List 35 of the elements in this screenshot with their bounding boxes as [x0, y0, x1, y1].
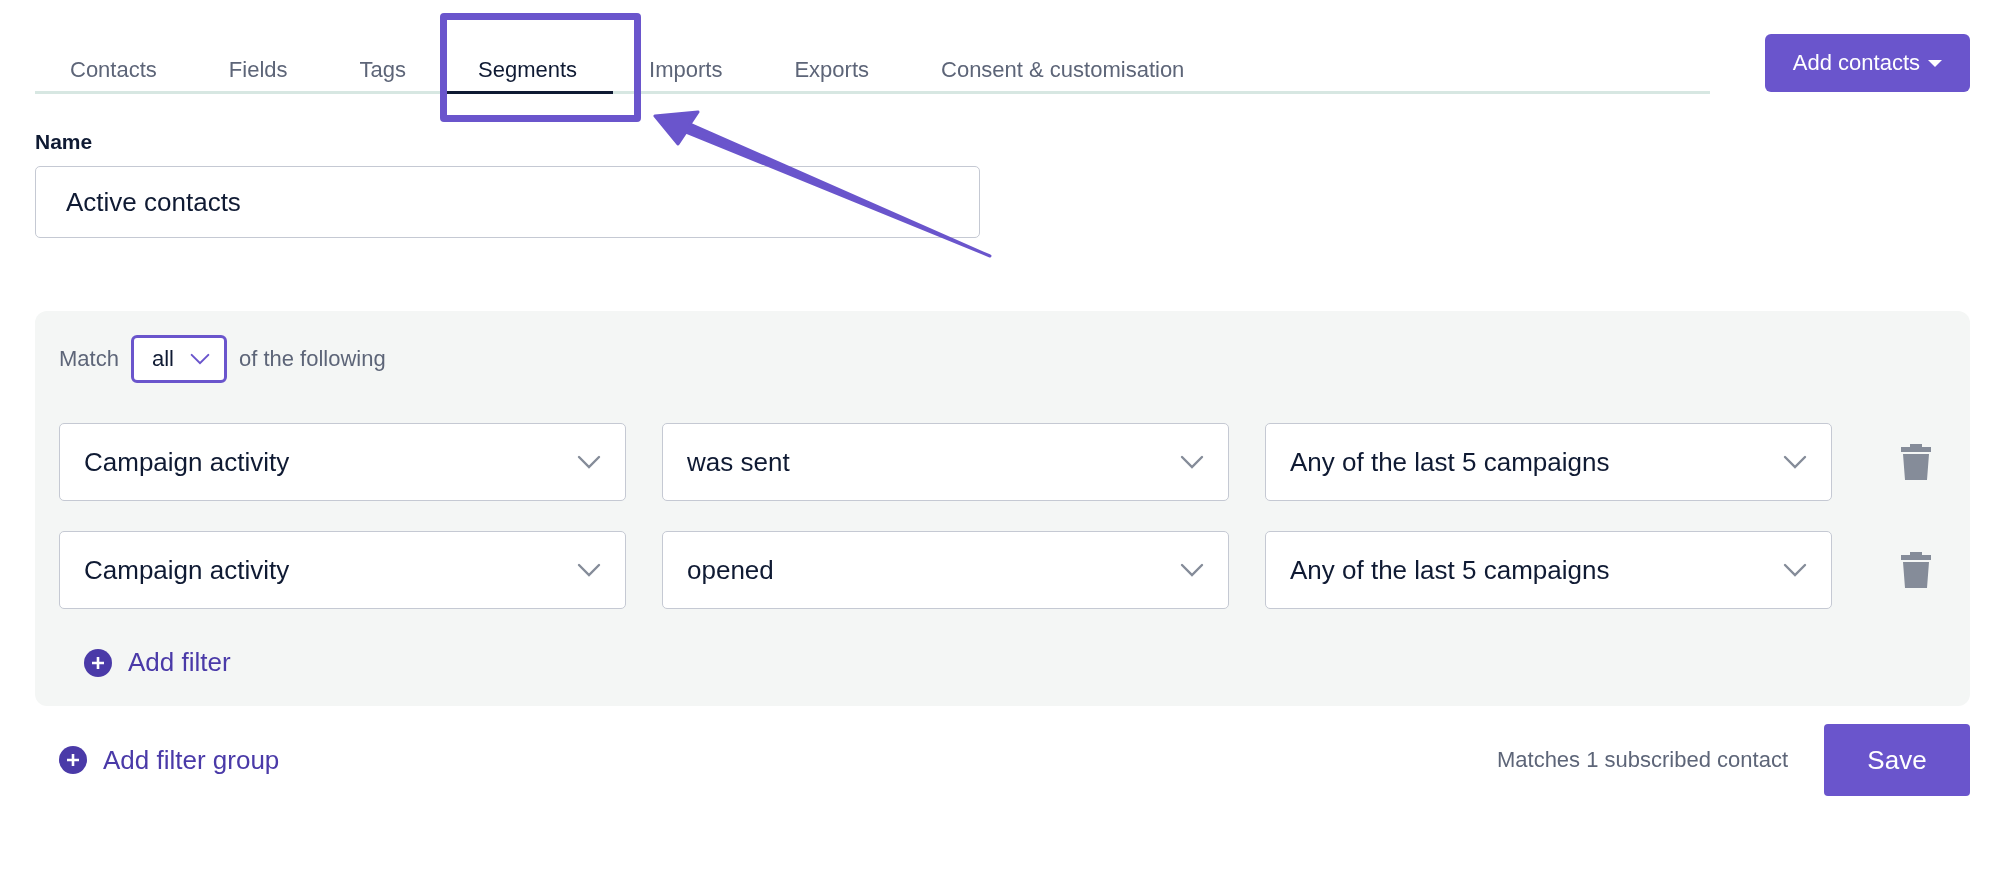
- chevron-down-icon: [577, 563, 601, 577]
- add-filter-group-link[interactable]: Add filter group: [59, 744, 280, 776]
- chevron-down-icon: [1783, 455, 1807, 469]
- trash-icon[interactable]: [1900, 442, 1932, 482]
- tab[interactable]: Imports: [613, 34, 759, 91]
- field-dropdown[interactable]: Campaign activity: [59, 423, 626, 501]
- plus-circle-icon: [84, 648, 112, 677]
- chevron-down-icon: [1180, 455, 1204, 469]
- match-suffix: of the following: [238, 346, 386, 372]
- add-filter-link[interactable]: Add filter: [84, 647, 231, 678]
- match-label: Match: [59, 346, 119, 372]
- match-count-text: Matches 1 subscribed contact: [1496, 747, 1788, 773]
- tab[interactable]: Consent & customisation: [905, 34, 1221, 91]
- tab[interactable]: Contacts: [35, 34, 193, 91]
- plus-circle-icon: [59, 746, 87, 774]
- tab[interactable]: Tags: [323, 34, 442, 91]
- chevron-down-icon: [1180, 563, 1204, 577]
- caret-icon: [1928, 59, 1942, 67]
- scope-dropdown[interactable]: Any of the last 5 campaigns: [1265, 423, 1832, 501]
- scope-dropdown[interactable]: Any of the last 5 campaigns: [1265, 531, 1832, 609]
- field-label: Name: [35, 130, 94, 154]
- match-dropdown[interactable]: all: [130, 335, 227, 383]
- condition-dropdown[interactable]: was sent: [662, 423, 1229, 501]
- trash-icon[interactable]: [1900, 550, 1932, 590]
- chevron-down-icon: [577, 455, 601, 469]
- name-input-field[interactable]: Active contacts: [35, 166, 980, 238]
- save-button[interactable]: Save: [1824, 724, 1970, 796]
- chevron-down-icon: [189, 352, 210, 366]
- tab[interactable]: Exports: [758, 34, 905, 91]
- chevron-down-icon: [1783, 563, 1807, 577]
- add-contacts-button[interactable]: Add contacts: [1764, 34, 1970, 92]
- tab[interactable]: Segments: [442, 34, 614, 94]
- field-dropdown[interactable]: Campaign activity: [59, 531, 626, 609]
- tab[interactable]: Fields: [192, 34, 324, 91]
- condition-dropdown[interactable]: opened: [662, 531, 1229, 609]
